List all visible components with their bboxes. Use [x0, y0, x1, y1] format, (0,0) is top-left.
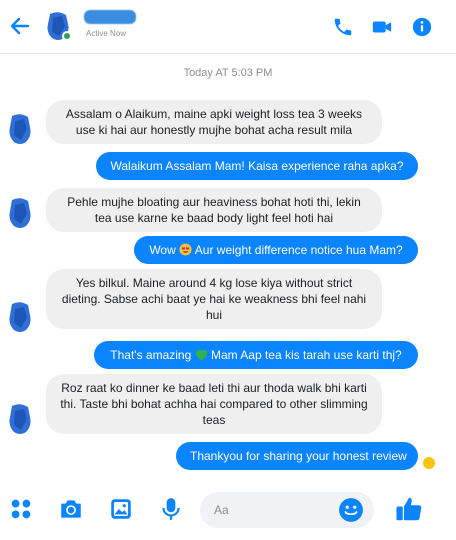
received-message: Pehle mujhe bloating aur heaviness bohat…: [46, 188, 382, 232]
contact-avatar[interactable]: [44, 10, 72, 42]
contact-name-redacted: [84, 10, 136, 24]
active-status: Active Now: [86, 29, 127, 38]
video-call-icon[interactable]: [371, 16, 393, 38]
phone-call-icon[interactable]: [332, 16, 354, 38]
chat-header: Active Now: [0, 0, 456, 54]
sent-message: Walaikum Assalam Mam! Kaisa experience r…: [96, 152, 418, 180]
heart-eyes-emoji-icon: [179, 243, 192, 256]
thumbs-up-icon[interactable]: [394, 494, 424, 524]
received-message: Yes bilkul. Maine around 4 kg lose kiya …: [46, 269, 382, 329]
emoji-icon[interactable]: [338, 497, 364, 523]
online-indicator: [62, 31, 72, 41]
contact-avatar-icon: [9, 114, 31, 144]
back-arrow-icon[interactable]: [8, 14, 32, 38]
microphone-icon[interactable]: [158, 496, 184, 522]
conversation-timestamp: Today AT 5:03 PM: [183, 67, 273, 79]
message-input[interactable]: [214, 500, 334, 520]
received-message: Roz raat ko dinner ke baad leti thi aur …: [46, 374, 382, 434]
green-heart-emoji-icon: [195, 349, 207, 361]
message-composer[interactable]: [200, 492, 374, 528]
composer-bar: [0, 484, 456, 540]
info-icon[interactable]: [411, 16, 433, 38]
seen-indicator-avatar: [423, 457, 435, 469]
received-message: Assalam o Alaikum, maine apki weight los…: [46, 100, 382, 144]
sent-message: Wow Aur weight difference notice hua Mam…: [134, 236, 418, 264]
contact-avatar-icon: [9, 302, 31, 332]
camera-icon[interactable]: [58, 496, 84, 522]
gallery-icon[interactable]: [108, 496, 134, 522]
contact-avatar-icon: [9, 198, 31, 228]
more-actions-icon[interactable]: [8, 496, 34, 522]
sent-message: Thankyou for sharing your honest review: [176, 442, 418, 470]
contact-avatar-icon: [9, 404, 31, 434]
sent-message: That's amazing Mam Aap tea kis tarah use…: [94, 341, 418, 369]
